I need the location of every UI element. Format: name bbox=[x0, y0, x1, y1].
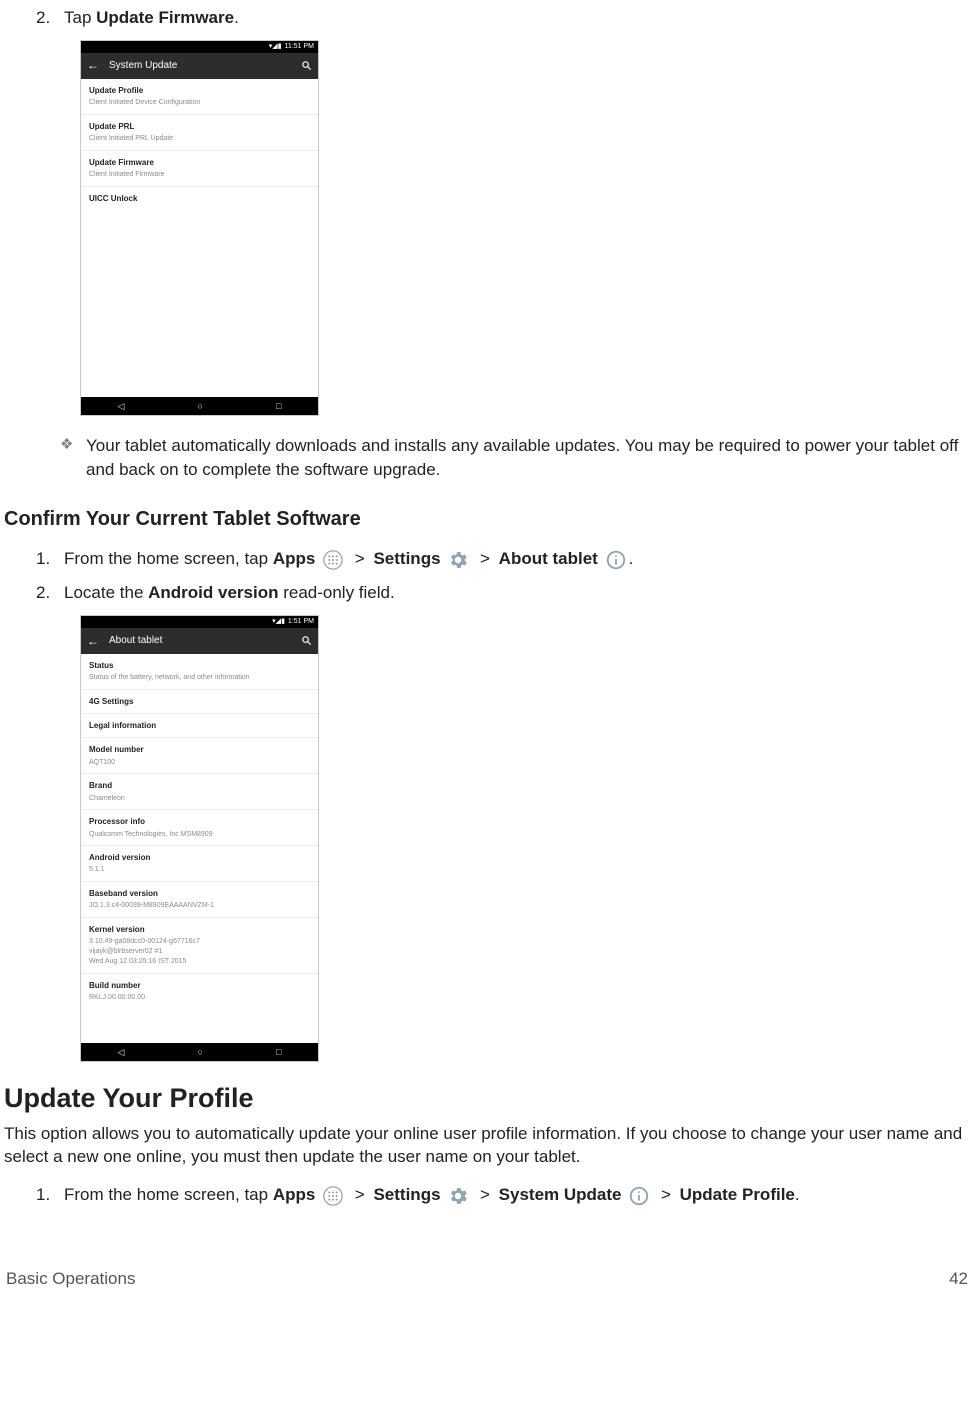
confirm-step-1: 1. From the home screen, tap Apps > Sett… bbox=[36, 547, 972, 571]
bold-text: Update Firmware bbox=[96, 8, 234, 27]
text: . bbox=[234, 8, 239, 27]
step-text: Locate the Android version read-only fie… bbox=[64, 581, 972, 605]
bold-text: Android version bbox=[148, 583, 278, 602]
list-item: Baseband versionJO.1.3.c4-00039-M8909EAA… bbox=[81, 882, 318, 918]
text: . bbox=[795, 1185, 800, 1204]
list-item: Update FirmwareClient Initiated Firmware bbox=[81, 151, 318, 187]
settings-label: Settings bbox=[373, 1185, 440, 1204]
confirm-step-2: 2. Locate the Android version read-only … bbox=[36, 581, 972, 605]
app-bar-title: System Update bbox=[109, 59, 177, 73]
list-number: 2. bbox=[36, 581, 64, 605]
step-text: From the home screen, tap Apps > Setting… bbox=[64, 1183, 972, 1207]
list-number: 1. bbox=[36, 1183, 64, 1207]
list-item: 4G Settings bbox=[81, 690, 318, 714]
phone-list: Update ProfileClient Initiated Device Co… bbox=[81, 79, 318, 397]
list-item: Kernel version3.10.49-ga08dcc0-00124-g67… bbox=[81, 918, 318, 974]
text: From the home screen, tap bbox=[64, 1185, 273, 1204]
status-icons: ▾◢▮ bbox=[269, 42, 282, 52]
list-item: BrandChameleon bbox=[81, 774, 318, 810]
step-2: 2. Tap Update Firmware. bbox=[36, 6, 972, 30]
status-bar: ▾◢▮ 11:51 PM bbox=[81, 41, 318, 53]
breadcrumb-separator: > bbox=[355, 1185, 365, 1204]
list-item: Build numberRKLJ.00.00.00.00 bbox=[81, 974, 318, 1009]
phone-frame: ▾◢▮ 11:51 PM ← System Update Update Prof… bbox=[80, 40, 319, 416]
nav-back-icon: ◁ bbox=[118, 400, 125, 413]
page-footer: Basic Operations 42 bbox=[6, 1267, 968, 1291]
breadcrumb-separator: > bbox=[480, 1185, 490, 1204]
nav-home-icon: ○ bbox=[198, 400, 203, 413]
text: read-only field. bbox=[278, 583, 394, 602]
status-bar: ▾◢▮ 1:51 PM bbox=[81, 616, 318, 628]
apps-label: Apps bbox=[273, 549, 316, 568]
apps-label: Apps bbox=[273, 1185, 316, 1204]
update-profile-paragraph: This option allows you to automatically … bbox=[4, 1122, 970, 1170]
step-text: From the home screen, tap Apps > Setting… bbox=[64, 547, 972, 571]
bullet-text: Your tablet automatically downloads and … bbox=[86, 434, 972, 482]
list-item: UICC Unlock bbox=[81, 187, 318, 210]
list-number: 1. bbox=[36, 547, 64, 571]
update-profile-step-1: 1. From the home screen, tap Apps > Sett… bbox=[36, 1183, 972, 1207]
list-item: StatusStatus of the battery, network, an… bbox=[81, 654, 318, 690]
back-arrow-icon: ← bbox=[87, 57, 99, 74]
nav-back-icon: ◁ bbox=[118, 1046, 125, 1059]
list-item: Update ProfileClient Initiated Device Co… bbox=[81, 79, 318, 115]
text: Locate the bbox=[64, 583, 148, 602]
footer-section-title: Basic Operations bbox=[6, 1267, 135, 1291]
phone-list: StatusStatus of the battery, network, an… bbox=[81, 654, 318, 1043]
update-profile-label: Update Profile bbox=[680, 1185, 795, 1204]
list-item: Model numberAQT100 bbox=[81, 738, 318, 774]
search-icon bbox=[301, 635, 312, 646]
status-icons: ▾◢▮ bbox=[272, 617, 285, 627]
breadcrumb-separator: > bbox=[480, 549, 490, 568]
back-arrow-icon: ← bbox=[87, 633, 99, 650]
status-time: 11:51 PM bbox=[285, 42, 314, 52]
list-item: Update PRLClient Initiated PRL Update bbox=[81, 115, 318, 151]
nav-recent-icon: □ bbox=[276, 400, 281, 413]
diamond-bullet-icon: ❖ bbox=[60, 434, 86, 482]
heading-confirm-software: Confirm Your Current Tablet Software bbox=[4, 505, 972, 533]
list-item: Legal information bbox=[81, 714, 318, 738]
list-item: Android version5.1.1 bbox=[81, 846, 318, 882]
settings-label: Settings bbox=[373, 549, 440, 568]
text: . bbox=[629, 549, 634, 568]
breadcrumb-separator: > bbox=[661, 1185, 671, 1204]
nav-recent-icon: □ bbox=[276, 1046, 281, 1059]
info-icon bbox=[605, 549, 627, 571]
text: From the home screen, tap bbox=[64, 549, 273, 568]
step-2-text: Tap Update Firmware. bbox=[64, 6, 972, 30]
info-icon bbox=[628, 1185, 650, 1207]
apps-grid-icon bbox=[322, 549, 344, 571]
about-tablet-label: About tablet bbox=[499, 549, 598, 568]
app-bar: ← About tablet bbox=[81, 628, 318, 654]
list-item: Processor infoQualcomm Technologies, Inc… bbox=[81, 810, 318, 846]
search-icon bbox=[301, 60, 312, 71]
bullet-note: ❖ Your tablet automatically downloads an… bbox=[60, 434, 972, 482]
android-nav-bar: ◁ ○ □ bbox=[81, 397, 318, 415]
android-nav-bar: ◁ ○ □ bbox=[81, 1043, 318, 1061]
nav-home-icon: ○ bbox=[198, 1046, 203, 1059]
footer-page-number: 42 bbox=[949, 1267, 968, 1291]
phone-frame: ▾◢▮ 1:51 PM ← About tablet StatusStatus … bbox=[80, 615, 319, 1062]
system-update-label: System Update bbox=[499, 1185, 622, 1204]
screenshot-system-update: ▾◢▮ 11:51 PM ← System Update Update Prof… bbox=[80, 40, 972, 416]
status-time: 1:51 PM bbox=[288, 617, 314, 627]
heading-update-profile: Update Your Profile bbox=[4, 1080, 972, 1118]
breadcrumb-separator: > bbox=[355, 549, 365, 568]
gear-icon bbox=[447, 549, 469, 571]
gear-icon bbox=[447, 1185, 469, 1207]
screenshot-about-tablet: ▾◢▮ 1:51 PM ← About tablet StatusStatus … bbox=[80, 615, 972, 1062]
apps-grid-icon bbox=[322, 1185, 344, 1207]
text: Tap bbox=[64, 8, 96, 27]
list-number: 2. bbox=[36, 6, 64, 30]
app-bar: ← System Update bbox=[81, 53, 318, 79]
app-bar-title: About tablet bbox=[109, 634, 162, 648]
